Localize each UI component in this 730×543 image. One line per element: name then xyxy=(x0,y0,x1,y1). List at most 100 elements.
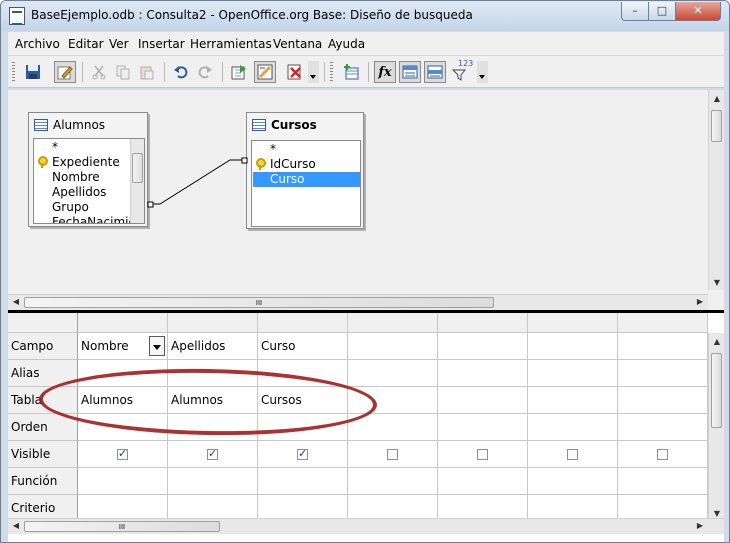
grid-cell-campo[interactable]: Apellidos xyxy=(168,333,258,360)
grid-cell-value: Nombre xyxy=(81,339,129,353)
grid-cell-funcion[interactable] xyxy=(438,468,528,495)
grid-cell-campo[interactable]: Nombre xyxy=(78,333,168,360)
copy-icon[interactable] xyxy=(112,61,134,83)
column-header[interactable] xyxy=(618,313,708,333)
visible-checkbox[interactable] xyxy=(477,449,488,460)
grid-cell-funcion[interactable] xyxy=(528,468,618,495)
column-header[interactable] xyxy=(438,313,528,333)
grid-cell-funcion[interactable] xyxy=(258,468,348,495)
scroll-up-icon[interactable]: ▲ xyxy=(709,337,725,346)
run-query-icon[interactable] xyxy=(228,61,250,83)
grid-cell-visible[interactable] xyxy=(438,441,528,468)
grid-cell-funcion[interactable] xyxy=(618,468,708,495)
grid-horizontal-scrollbar[interactable]: ◀ III ▶ xyxy=(8,518,724,534)
grid-cell-orden[interactable] xyxy=(528,414,618,441)
grid-cell-visible[interactable] xyxy=(258,441,348,468)
menu-insertar[interactable]: Insertar xyxy=(138,37,185,51)
design-horizontal-scrollbar[interactable]: ◀ III ▶ xyxy=(8,294,708,310)
relation-line[interactable] xyxy=(8,90,708,290)
edit-mode-icon[interactable] xyxy=(54,61,76,83)
visible-checkbox[interactable] xyxy=(387,449,398,460)
visible-checkbox[interactable] xyxy=(117,447,128,460)
function-icon[interactable]: fx xyxy=(374,61,396,83)
grid-cell-visible[interactable] xyxy=(348,441,438,468)
grid-cell-alias[interactable] xyxy=(438,360,528,387)
grid-cell-campo[interactable] xyxy=(528,333,618,360)
menu-herramientas[interactable]: Herramientas xyxy=(190,37,272,51)
visible-checkbox[interactable] xyxy=(297,447,308,460)
grid-cell-funcion[interactable] xyxy=(168,468,258,495)
title-bar[interactable]: BaseEjemplo.odb : Consulta2 - OpenOffice… xyxy=(1,1,729,31)
grid-cell-campo[interactable] xyxy=(618,333,708,360)
grid-corner xyxy=(8,313,78,333)
scroll-thumb[interactable]: III xyxy=(24,521,220,532)
paste-icon[interactable] xyxy=(136,61,158,83)
grid-cell-visible[interactable] xyxy=(78,441,168,468)
grid-cell-campo[interactable]: Curso xyxy=(258,333,348,360)
toolbar-overflow-dropdown[interactable] xyxy=(308,61,319,83)
grid-cell-alias[interactable] xyxy=(618,360,708,387)
scroll-down-icon[interactable]: ▼ xyxy=(709,278,725,287)
grid-cell-alias[interactable] xyxy=(528,360,618,387)
grid-cell-alias[interactable] xyxy=(348,360,438,387)
column-header[interactable] xyxy=(348,313,438,333)
grid-cell-funcion[interactable] xyxy=(78,468,168,495)
grid-cell-campo[interactable] xyxy=(438,333,528,360)
close-button[interactable]: ✕ xyxy=(675,2,721,21)
scroll-up-icon[interactable]: ▲ xyxy=(709,94,725,103)
scroll-thumb[interactable] xyxy=(711,353,722,428)
cut-icon[interactable] xyxy=(88,61,110,83)
column-header[interactable] xyxy=(78,313,168,333)
menu-ayuda[interactable]: Ayuda xyxy=(328,37,365,51)
design-vertical-scrollbar[interactable]: ▲ ▼ xyxy=(708,90,724,290)
menu-ver[interactable]: Ver xyxy=(109,37,129,51)
toolbar-overflow-dropdown[interactable] xyxy=(477,61,488,83)
maximize-button[interactable]: □ xyxy=(648,2,676,21)
grid-cell-visible[interactable] xyxy=(528,441,618,468)
undo-icon[interactable] xyxy=(170,61,192,83)
design-view-icon[interactable] xyxy=(254,61,276,83)
visible-checkbox[interactable] xyxy=(657,449,668,460)
column-header[interactable] xyxy=(528,313,618,333)
add-table-icon[interactable] xyxy=(340,61,362,83)
table-name-icon[interactable] xyxy=(399,61,421,83)
scroll-left-icon[interactable]: ◀ xyxy=(8,521,24,530)
column-header[interactable] xyxy=(168,313,258,333)
scroll-right-icon[interactable]: ▶ xyxy=(692,297,708,306)
field-dropdown-button[interactable] xyxy=(149,336,165,356)
toolbar-grip[interactable] xyxy=(12,62,15,82)
scroll-right-icon[interactable]: ▶ xyxy=(692,521,708,530)
grid-cell-campo[interactable] xyxy=(348,333,438,360)
grid-cell-value: Curso xyxy=(261,339,296,353)
scroll-left-icon[interactable]: ◀ xyxy=(8,297,24,306)
scroll-down-icon[interactable]: ▼ xyxy=(709,509,725,518)
clear-query-icon[interactable] xyxy=(284,61,306,83)
toolbar-separator xyxy=(82,62,83,82)
redo-icon[interactable] xyxy=(194,61,216,83)
save-icon[interactable] xyxy=(22,61,44,83)
grid-cell-visible[interactable] xyxy=(618,441,708,468)
visible-checkbox[interactable] xyxy=(567,449,578,460)
grid-cell-funcion[interactable] xyxy=(348,468,438,495)
menu-ventana[interactable]: Ventana xyxy=(273,37,322,51)
table-design-area[interactable]: Alumnos * Expediente Nombre Apellidos Gr… xyxy=(8,90,724,310)
alias-icon[interactable] xyxy=(424,61,446,83)
column-header[interactable] xyxy=(258,313,348,333)
toolbar: fx 123 xyxy=(8,56,724,88)
scroll-thumb[interactable] xyxy=(711,110,722,142)
grid-cell-orden[interactable] xyxy=(438,414,528,441)
minimize-button[interactable]: – xyxy=(621,2,649,21)
grid-cell-tabla[interactable] xyxy=(618,387,708,414)
distinct-filter-icon[interactable]: 123 xyxy=(449,59,473,83)
grid-cell-orden[interactable] xyxy=(618,414,708,441)
menu-editar[interactable]: Editar xyxy=(68,37,104,51)
grid-cell-visible[interactable] xyxy=(168,441,258,468)
scroll-thumb[interactable]: III xyxy=(24,297,494,308)
grid-cell-tabla[interactable] xyxy=(438,387,528,414)
toolbar-separator xyxy=(164,62,165,82)
grid-cell-tabla[interactable] xyxy=(528,387,618,414)
toolbar-grip[interactable] xyxy=(330,62,333,82)
menu-archivo[interactable]: Archivo xyxy=(15,37,60,51)
grid-vertical-scrollbar[interactable]: ▲ ▼ xyxy=(708,333,724,522)
visible-checkbox[interactable] xyxy=(207,447,218,460)
